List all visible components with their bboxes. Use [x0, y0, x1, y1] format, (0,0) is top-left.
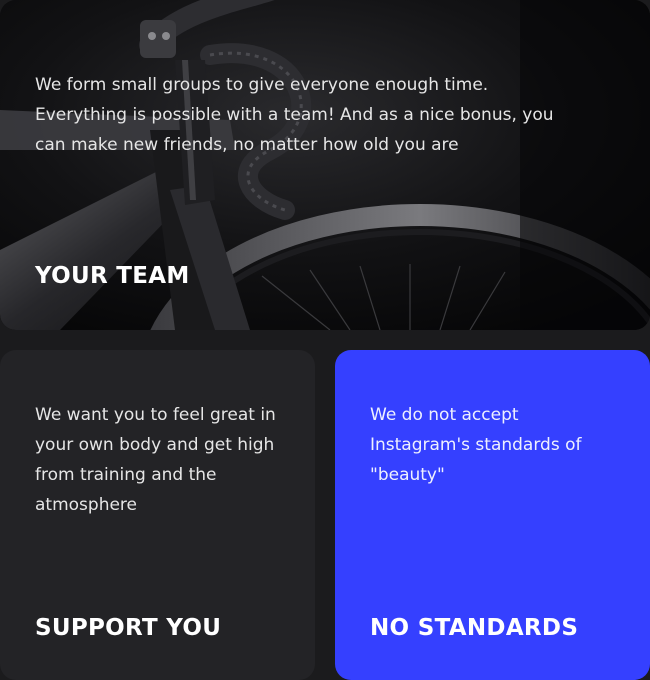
- features-grid: We form small groups to give everyone en…: [0, 0, 650, 680]
- card-description: We do not accept Instagram's standards o…: [370, 405, 582, 485]
- card-your-team: We form small groups to give everyone en…: [0, 0, 650, 330]
- card-title: YOUR TEAM: [35, 263, 190, 289]
- card-description: We form small groups to give everyone en…: [35, 75, 554, 155]
- card-title: NO STANDARDS: [370, 615, 579, 641]
- card-title: SUPPORT YOU: [35, 615, 222, 641]
- card-description: We want you to feel great in your own bo…: [35, 405, 276, 515]
- card-no-standards: We do not accept Instagram's standards o…: [335, 350, 650, 680]
- card-support-you: We want you to feel great in your own bo…: [0, 350, 315, 680]
